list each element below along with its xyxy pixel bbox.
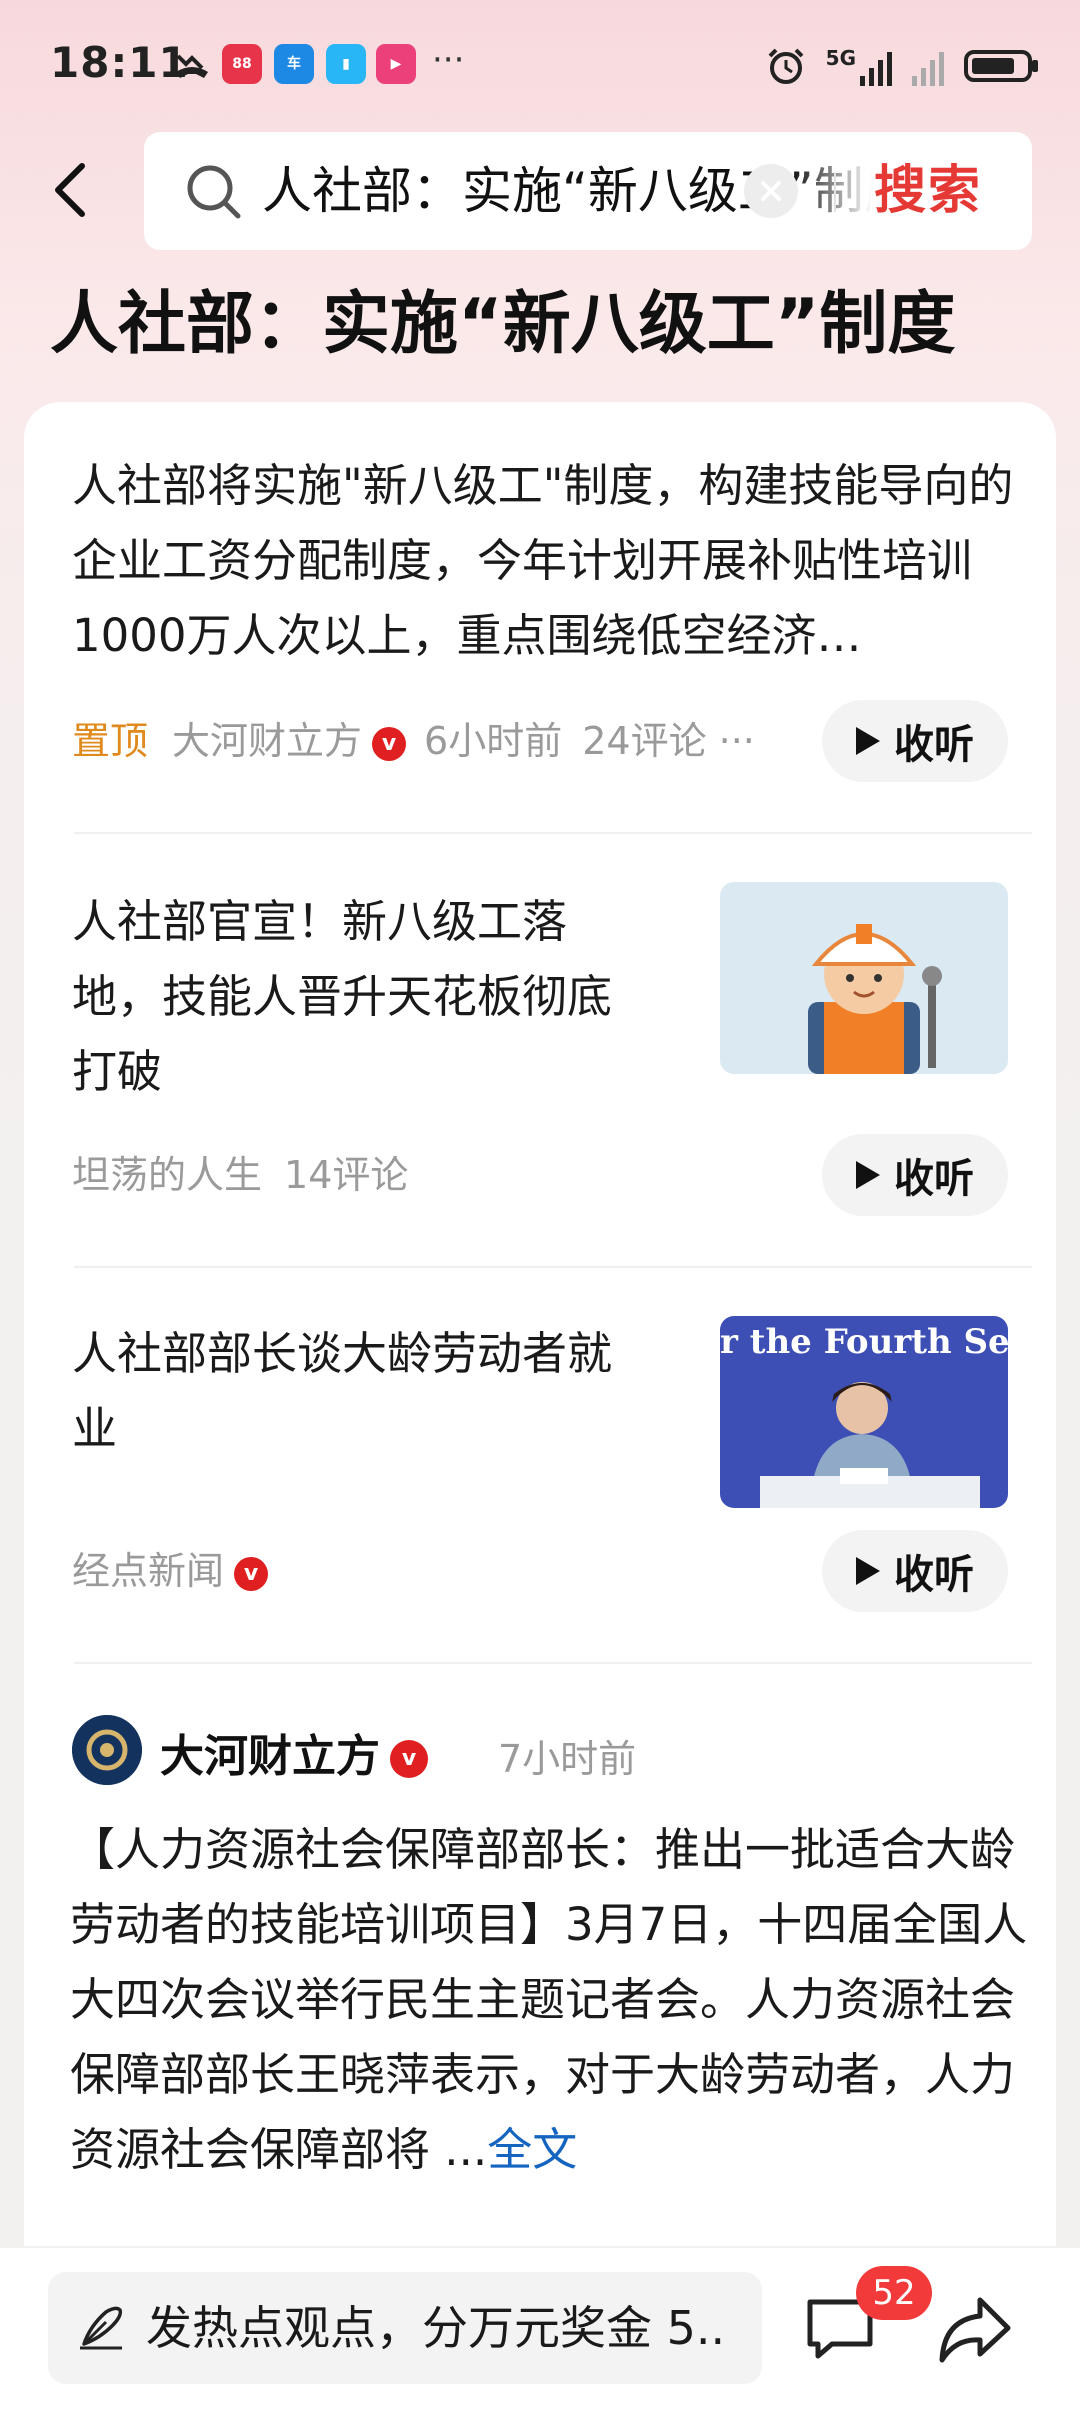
signal-bar: [878, 60, 883, 86]
news-item-meta: 坦荡的人生 14评论: [72, 1144, 408, 1199]
comment-count: 14评论: [284, 1153, 409, 1197]
status-right-group: 5G: [766, 44, 1040, 88]
listen-button[interactable]: 收听: [822, 1530, 1008, 1612]
verified-icon: v: [390, 1740, 428, 1778]
app-tile-icon: 88: [222, 44, 262, 84]
signal-bar: [869, 68, 874, 86]
pen-icon: [80, 2306, 123, 2350]
worker-cartoon-image[interactable]: [720, 882, 1008, 1074]
play-icon: [856, 1161, 880, 1189]
listen-label: 收听: [894, 1552, 974, 1598]
close-icon: [761, 181, 781, 201]
worker-cartoon-icon: [808, 924, 942, 1074]
signal-bar: [912, 76, 917, 86]
source-name[interactable]: 大河财立方: [172, 719, 362, 763]
status-overflow: ···: [432, 40, 465, 80]
play-icon: [856, 727, 880, 755]
app-tile-icon: 车: [274, 44, 314, 84]
search-button[interactable]: 搜索: [874, 156, 982, 226]
news-item-meta: 置顶 大河财立方 v 6小时前 24评论 ···: [72, 710, 755, 765]
book-app-icon: ▮: [326, 44, 366, 84]
press-conference-photo[interactable]: r the Fourth Se: [720, 1316, 1008, 1508]
divider: [74, 1266, 1032, 1268]
network-label: 5G: [825, 46, 856, 70]
news-item-meta: 经点新闻 v: [72, 1540, 286, 1595]
signal-bar: [939, 52, 944, 86]
signal-bar: [860, 76, 865, 86]
status-bar: 18:11 88 车 ▮ ▶ ··· 5G: [0, 0, 1080, 140]
item-time: 6小时前: [424, 719, 563, 763]
clear-search-button[interactable]: [744, 164, 798, 218]
signal-group: 5G: [826, 46, 892, 86]
comment-input[interactable]: 发热点观点，分万元奖金 5..: [48, 2272, 762, 2384]
missed-call-icon: [176, 54, 208, 78]
search-box[interactable]: 人社部：实施“新八级工”制度 搜索: [144, 132, 1032, 250]
page-title: 人社部：实施“新八级工”制度: [50, 285, 956, 364]
results-card: 人社部将实施"新八级工"制度，构建技能导向的企业工资分配制度，今年计划开展补贴性…: [24, 402, 1056, 2412]
search-divider: [834, 172, 836, 212]
source-name[interactable]: 经点新闻: [72, 1549, 224, 1593]
news-item-title[interactable]: 人社部部长谈大龄劳动者就业: [72, 1316, 652, 1466]
signal-bar: [930, 60, 935, 86]
share-icon[interactable]: [934, 2290, 1014, 2370]
news-item-title[interactable]: 人社部官宣！新八级工落地，技能人晋升天花板彻底打破: [72, 884, 652, 1109]
comment-placeholder: 发热点观点，分万元奖金 5..: [146, 2301, 726, 2355]
listen-button[interactable]: 收听: [822, 700, 1008, 782]
read-more-link[interactable]: 全文: [487, 2123, 577, 2176]
bottom-bar: 发热点观点，分万元奖金 5.. 52: [0, 2246, 1080, 2414]
author-name[interactable]: 大河财立方 v: [160, 1720, 446, 1784]
comment-count-badge: 52: [856, 2266, 932, 2320]
listen-label: 收听: [894, 722, 974, 768]
listen-label: 收听: [894, 1156, 974, 1202]
back-arrow-icon[interactable]: [44, 160, 104, 220]
pinned-badge: 置顶: [72, 719, 149, 763]
status-time: 18:11: [50, 38, 189, 87]
verified-icon: v: [234, 1556, 269, 1591]
signal-bar: [921, 68, 926, 86]
search-fade: [792, 156, 872, 226]
news-item-title[interactable]: 人社部将实施"新八级工"制度，构建技能导向的企业工资分配制度，今年计划开展补贴性…: [72, 448, 1032, 673]
play-icon: [856, 1557, 880, 1585]
search-icon: [187, 165, 241, 219]
author-name-text: 大河财立方: [160, 1731, 380, 1782]
signal-bar: [887, 52, 892, 86]
verified-icon: v: [372, 726, 407, 761]
divider: [74, 1662, 1032, 1664]
post-body[interactable]: 【人力资源社会保障部部长：推出一批适合大龄劳动者的技能培训项目】3月7日，十四届…: [70, 1812, 1030, 2187]
speaker-figure-icon: [760, 1382, 980, 1508]
listen-button[interactable]: 收听: [822, 1134, 1008, 1216]
post-time: 7小时前: [498, 1737, 637, 1781]
signal-group-2: [912, 46, 944, 86]
source-name[interactable]: 坦荡的人生: [72, 1153, 262, 1197]
battery-icon: [964, 50, 1038, 82]
divider: [74, 832, 1032, 834]
alarm-icon: [768, 48, 804, 84]
video-app-icon: ▶: [376, 44, 416, 84]
author-avatar[interactable]: [72, 1715, 142, 1785]
comment-count: 24评论 ···: [582, 719, 755, 763]
